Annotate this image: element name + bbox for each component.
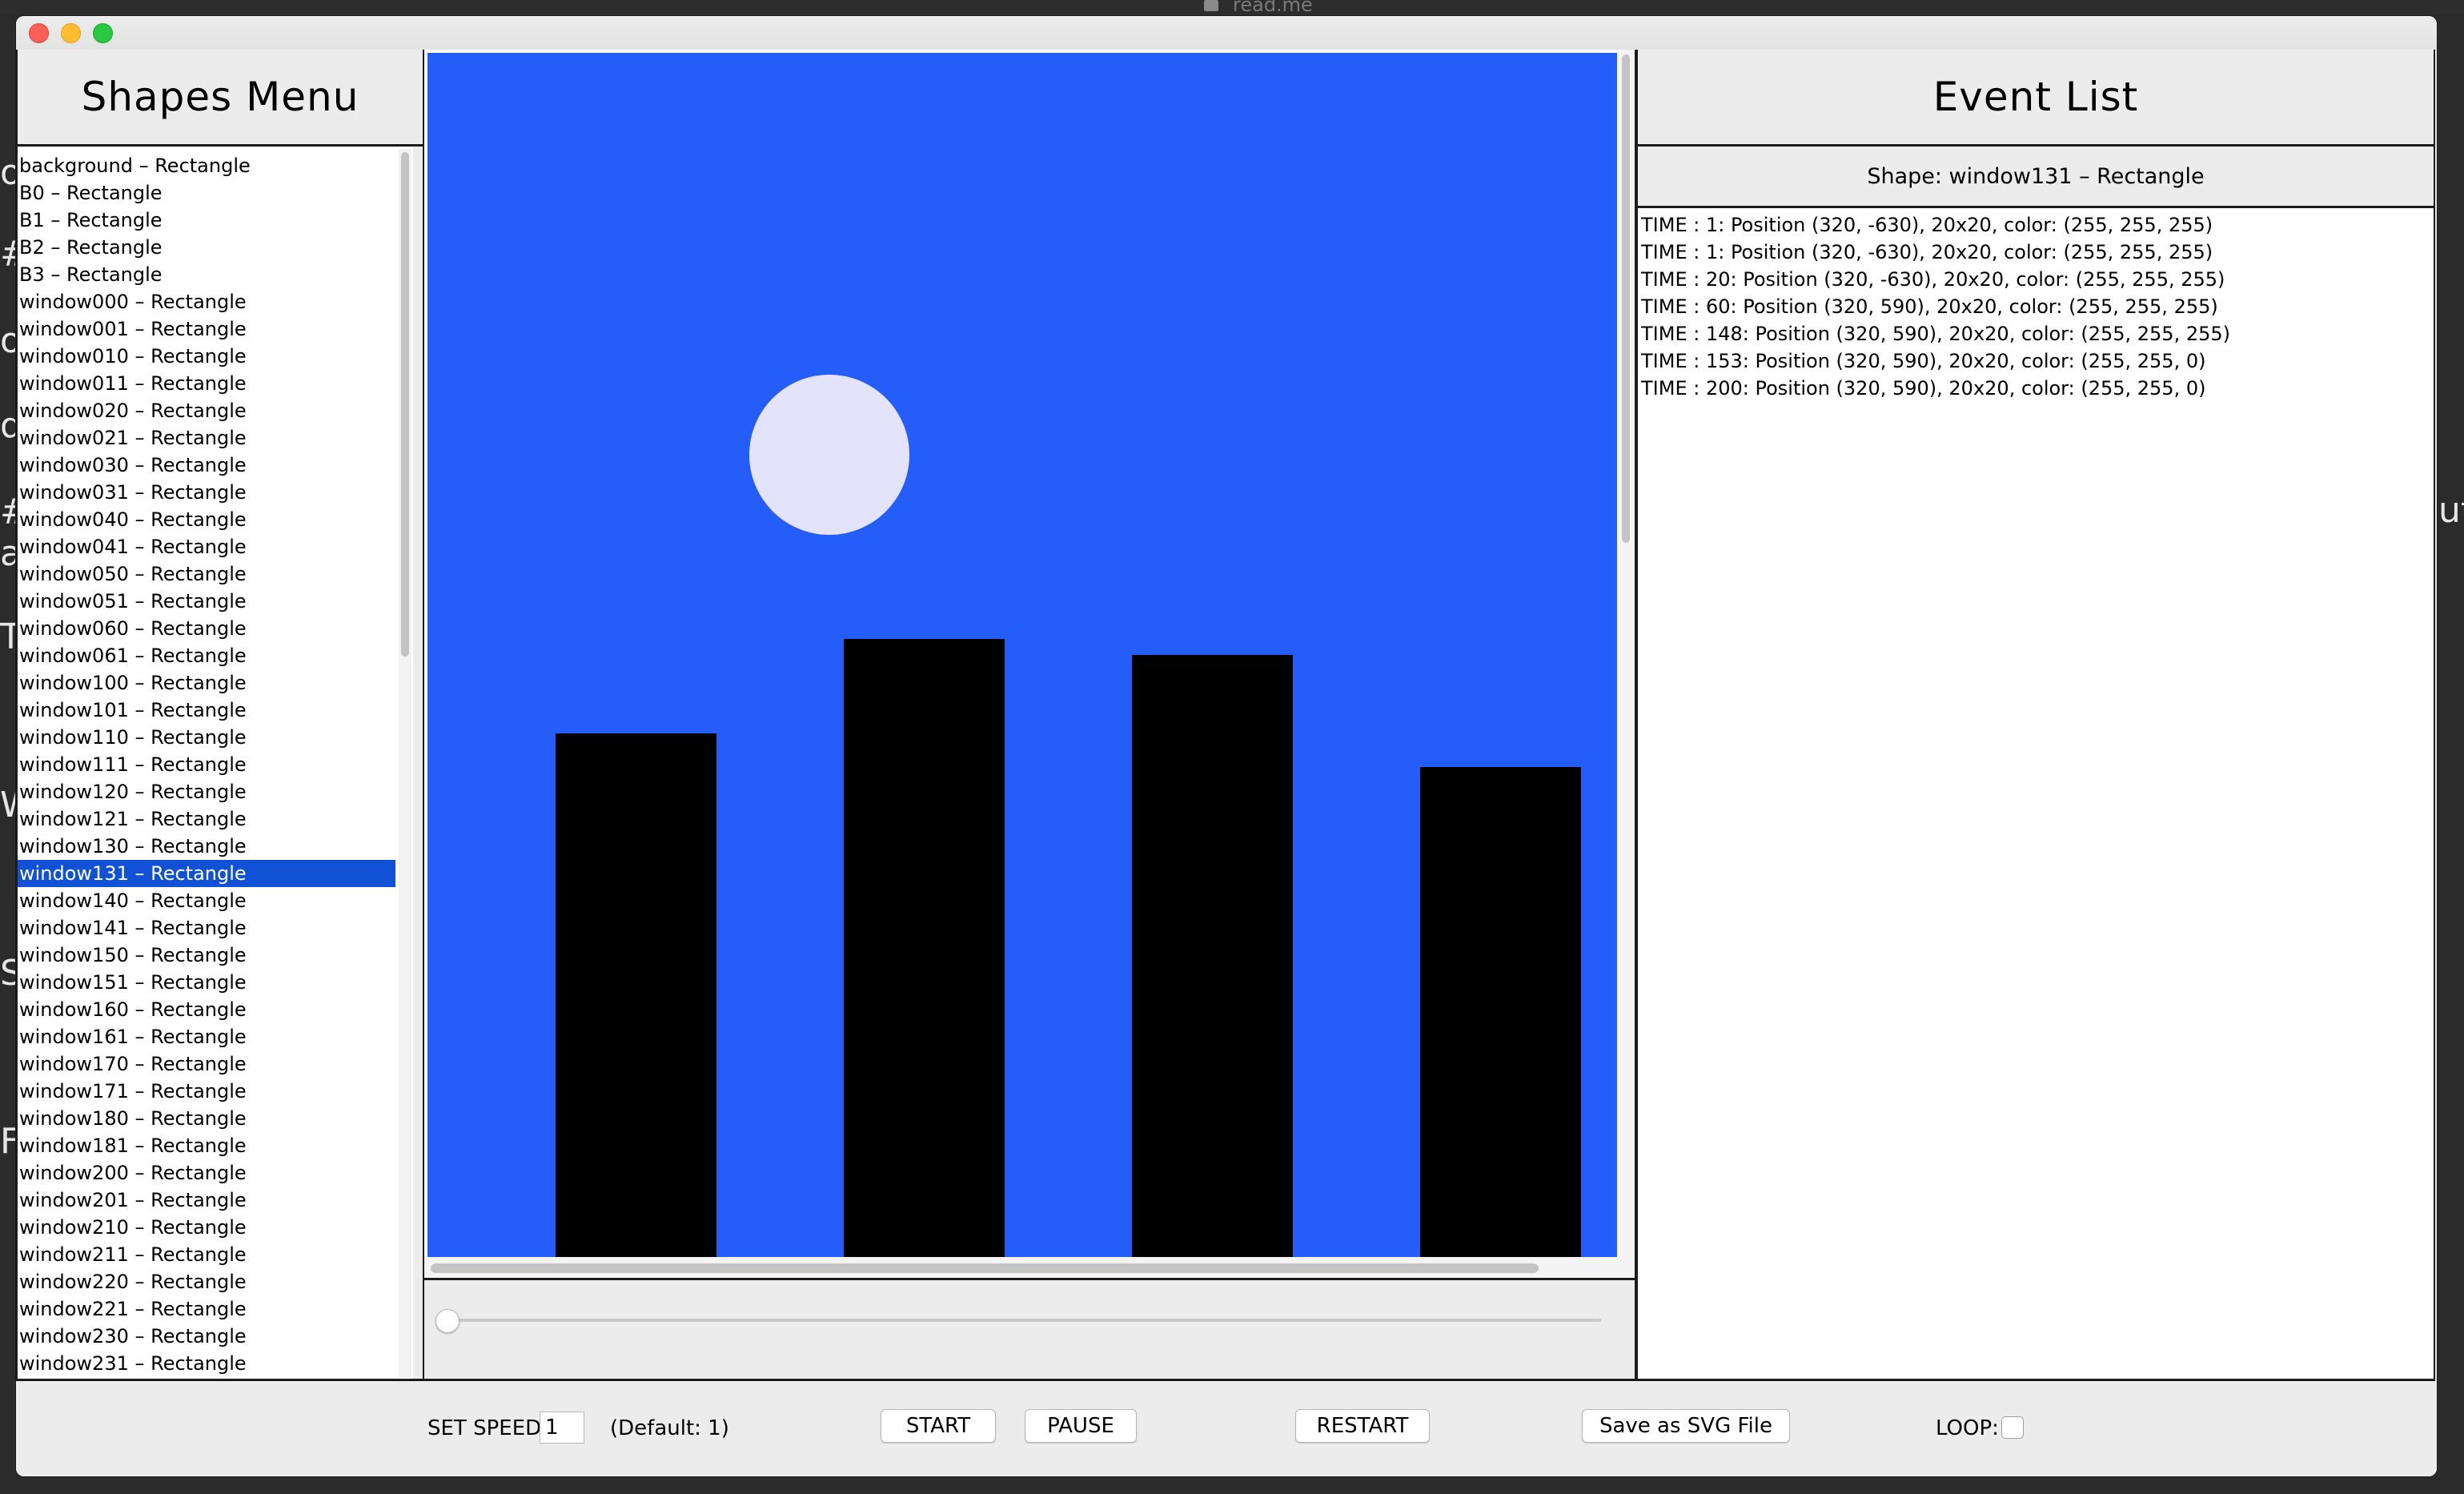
shape-list-item[interactable]: window170 – Rectangle (18, 1050, 395, 1078)
event-list-item: TIME : 1: Position (320, -630), 20x20, c… (1641, 241, 2213, 263)
building-b0 (556, 733, 716, 1257)
desktop-background (0, 0, 2464, 14)
close-window-button[interactable] (29, 23, 49, 43)
background-text-fragment: ut (2438, 490, 2464, 531)
shape-list-item[interactable]: window040 – Rectangle (18, 506, 395, 533)
shape-list-item[interactable]: window120 – Rectangle (18, 778, 395, 805)
shape-list-item[interactable]: background – Rectangle (18, 152, 395, 179)
shapes-menu-panel: Shapes Menu background – Rectangle B0 – R… (16, 50, 426, 1381)
shape-list-item[interactable]: window160 – Rectangle (18, 996, 395, 1023)
minimize-window-button[interactable] (61, 23, 81, 43)
shape-list-item[interactable]: window111 – Rectangle (18, 751, 395, 778)
shape-list-item[interactable]: window011 – Rectangle (18, 370, 395, 397)
shape-list-item[interactable]: window201 – Rectangle (18, 1187, 395, 1214)
shape-list-item[interactable]: window210 – Rectangle (18, 1214, 395, 1241)
restart-button[interactable]: RESTART (1295, 1409, 1430, 1443)
shape-list-item[interactable]: window211 – Rectangle (18, 1241, 395, 1268)
timeline-slider-knob[interactable] (435, 1309, 459, 1333)
event-list: TIME : 1: Position (320, -630), 20x20, c… (1638, 208, 2434, 402)
event-list-item: TIME : 1: Position (320, -630), 20x20, c… (1641, 214, 2213, 236)
shape-list-item[interactable]: window110 – Rectangle (18, 724, 395, 751)
shape-list-item[interactable]: window220 – Rectangle (18, 1268, 395, 1295)
timeline-slider-area (424, 1280, 1635, 1379)
save-svg-button[interactable]: Save as SVG File (1582, 1409, 1790, 1443)
shapes-list-container: background – Rectangle B0 – Rectangle B1 –… (18, 147, 413, 1379)
shape-list-item[interactable]: window121 – Rectangle (18, 805, 395, 833)
building-b1 (844, 639, 1005, 1257)
canvas-horizontal-scrollbar[interactable] (424, 1257, 1635, 1278)
background-tab-title: read.me (1233, 0, 1313, 16)
shape-list-item[interactable]: window230 – Rectangle (18, 1323, 395, 1350)
controls-bar: SET SPEED: (Default: 1) START PAUSE REST… (16, 1381, 2437, 1476)
title-bar[interactable] (16, 16, 2437, 50)
loop-label: LOOP: (1936, 1416, 1999, 1440)
shape-list-item[interactable]: window221 – Rectangle (18, 1295, 395, 1323)
shape-list-item[interactable]: window231 – Rectangle (18, 1350, 395, 1377)
selected-shape-label: Shape: window131 – Rectangle (1638, 147, 2434, 208)
shape-list-item[interactable]: window101 – Rectangle (18, 697, 395, 724)
canvas-vertical-scrollbar[interactable] (1617, 50, 1635, 1260)
building-b3 (1420, 767, 1581, 1257)
shape-list-item[interactable]: B1 – Rectangle (18, 207, 395, 234)
shapes-list-scrollbar[interactable] (399, 149, 411, 1377)
animation-canvas (427, 53, 1617, 1257)
timeline-slider-track[interactable] (448, 1319, 1601, 1322)
scrollbar-thumb[interactable] (401, 152, 409, 657)
shape-list-item[interactable]: window140 – Rectangle (18, 887, 395, 914)
shape-list-item[interactable]: window020 – Rectangle (18, 397, 395, 424)
speed-default-label: (Default: 1) (610, 1416, 729, 1440)
event-list-item: TIME : 200: Position (320, 590), 20x20, … (1641, 377, 2206, 400)
speed-label: SET SPEED: (427, 1416, 548, 1440)
shape-list-item[interactable]: window001 – Rectangle (18, 315, 395, 343)
pause-button[interactable]: PAUSE (1025, 1409, 1137, 1443)
scrollbar-thumb[interactable] (431, 1263, 1539, 1273)
animation-panel (424, 50, 1638, 1381)
scrollbar-thumb[interactable] (1622, 54, 1630, 543)
event-list-item: TIME : 148: Position (320, 590), 20x20, … (1641, 323, 2231, 345)
shape-list-item[interactable]: window130 – Rectangle (18, 833, 395, 860)
event-list-item: TIME : 60: Position (320, 590), 20x20, c… (1641, 295, 2218, 318)
shapes-menu-title: Shapes Menu (18, 50, 423, 147)
app-window: Shapes Menu background – Rectangle B0 – R… (16, 16, 2437, 1476)
shape-list-item[interactable]: window131 – Rectangle (18, 860, 395, 887)
zoom-window-button[interactable] (93, 23, 113, 43)
shapes-list[interactable]: background – Rectangle B0 – Rectangle B1 –… (18, 147, 413, 1377)
loop-checkbox[interactable] (2001, 1416, 2024, 1439)
shape-list-item[interactable]: window150 – Rectangle (18, 942, 395, 969)
shape-list-item[interactable]: window051 – Rectangle (18, 588, 395, 615)
shape-list-item[interactable]: window161 – Rectangle (18, 1023, 395, 1050)
shape-list-item[interactable]: window200 – Rectangle (18, 1159, 395, 1187)
document-icon (1204, 0, 1218, 11)
shape-list-item[interactable]: window171 – Rectangle (18, 1078, 395, 1105)
shape-list-item[interactable]: window060 – Rectangle (18, 615, 395, 642)
event-list-title: Event List (1638, 50, 2434, 147)
shape-list-item[interactable]: window030 – Rectangle (18, 452, 395, 479)
shape-list-item[interactable]: window031 – Rectangle (18, 479, 395, 506)
shape-list-item[interactable]: window141 – Rectangle (18, 914, 395, 942)
start-button[interactable]: START (881, 1409, 996, 1443)
moon-shape (749, 375, 909, 535)
event-list-item: TIME : 20: Position (320, -630), 20x20, … (1641, 268, 2225, 291)
shape-list-item[interactable]: window151 – Rectangle (18, 969, 395, 996)
shape-list-item[interactable]: window050 – Rectangle (18, 560, 395, 588)
building-b2 (1132, 655, 1293, 1257)
shape-list-item[interactable]: window000 – Rectangle (18, 288, 395, 315)
shape-list-item[interactable]: window181 – Rectangle (18, 1132, 395, 1159)
shape-list-item[interactable]: window010 – Rectangle (18, 343, 395, 370)
shape-list-item[interactable]: window021 – Rectangle (18, 424, 395, 452)
event-list-item: TIME : 153: Position (320, 590), 20x20, … (1641, 350, 2206, 372)
shape-list-item[interactable]: window061 – Rectangle (18, 642, 395, 669)
shape-list-item[interactable]: B2 – Rectangle (18, 234, 395, 261)
shape-list-item[interactable]: window041 – Rectangle (18, 533, 395, 560)
shape-list-item[interactable]: B3 – Rectangle (18, 261, 395, 288)
shape-list-item[interactable]: window100 – Rectangle (18, 669, 395, 697)
speed-input[interactable] (540, 1412, 584, 1444)
event-list-container: TIME : 1: Position (320, -630), 20x20, c… (1638, 208, 2434, 1379)
animation-viewport (424, 50, 1635, 1280)
shape-list-item[interactable]: B0 – Rectangle (18, 179, 395, 207)
shape-list-item[interactable]: window180 – Rectangle (18, 1105, 395, 1132)
event-list-panel: Event List Shape: window131 – Rectangle … (1638, 50, 2435, 1381)
